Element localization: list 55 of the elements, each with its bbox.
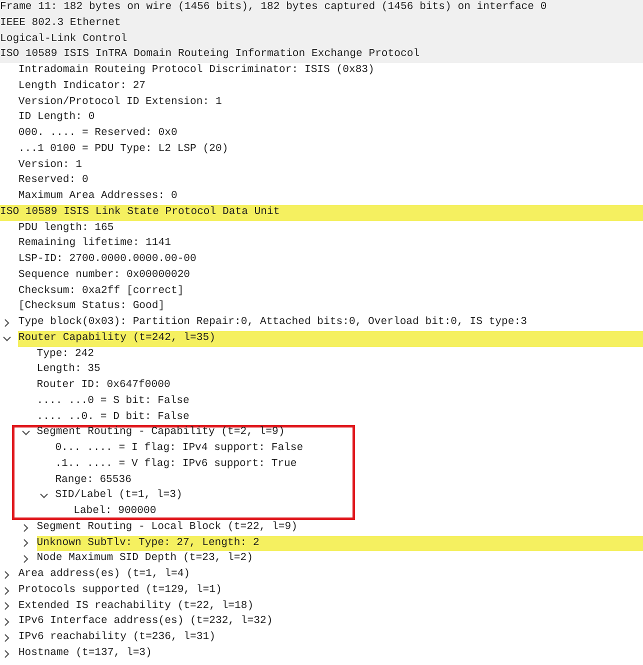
tree-item[interactable]: LSP-ID: 2700.0000.0000.00-00 bbox=[0, 252, 196, 268]
tree-item[interactable]: Label: 900000 bbox=[74, 504, 156, 520]
tree-item[interactable]: Segment Routing - Local Block (t=22, l=9) bbox=[36, 520, 298, 536]
tree-item[interactable]: Hostname (t=137, l=3) bbox=[18, 646, 152, 662]
tree-item[interactable]: Unknown SubTlv: Type: 27, Length: 2 bbox=[36, 536, 643, 552]
tree-item[interactable]: .1.. .... = V flag: IPv6 support: True bbox=[55, 456, 297, 472]
tree-item[interactable]: Remaining lifetime: 1141 bbox=[0, 236, 171, 252]
tree-item[interactable]: Intradomain Routeing Protocol Discriminator: ISIS (0x83) bbox=[0, 63, 374, 79]
expander-icon[interactable] bbox=[40, 492, 48, 500]
tree-item[interactable]: [Checksum Status: Good] bbox=[0, 299, 165, 315]
tree-item[interactable]: IPv6 reachability (t=236, l=31) bbox=[18, 630, 216, 646]
tree-item[interactable]: Reserved: 0 bbox=[0, 173, 88, 189]
expander-icon[interactable] bbox=[22, 524, 30, 532]
tree-item[interactable]: Extended IS reachability (t=22, l=18) bbox=[18, 598, 254, 614]
tree-item[interactable]: .... ..0. = D bit: False bbox=[0, 410, 190, 426]
tree-item[interactable]: SID/Label (t=1, l=3) bbox=[55, 488, 182, 504]
tree-item[interactable]: ISO 10589 ISIS Link State Protocol Data Unit bbox=[0, 204, 643, 220]
expander-icon[interactable] bbox=[3, 570, 12, 579]
tree-item[interactable]: Length Indicator: 27 bbox=[0, 78, 146, 94]
tree-item[interactable]: ID Length: 0 bbox=[0, 110, 95, 126]
expander-icon[interactable] bbox=[3, 634, 12, 642]
tree-item[interactable]: Frame 11: 182 bytes on wire (1456 bits), 182 bytes captured (1456 bits) on interface 0 bbox=[0, 0, 643, 16]
tree-item[interactable]: Maximum Area Addresses: 0 bbox=[0, 189, 178, 205]
expander-icon[interactable] bbox=[3, 334, 12, 343]
tree-item[interactable]: Node Maximum SID Depth (t=23, l=2) bbox=[36, 551, 253, 567]
tree-item[interactable]: Length: 35 bbox=[0, 362, 100, 378]
tree-item[interactable]: ...1 0100 = PDU Type: L2 LSP (20) bbox=[0, 142, 228, 158]
tree-item[interactable]: ISO 10589 ISIS InTRA Domain Routeing Information Exchange Protocol bbox=[0, 47, 643, 63]
expander-icon[interactable] bbox=[3, 586, 12, 595]
tree-item[interactable]: Checksum: 0xa2ff [correct] bbox=[0, 284, 184, 300]
tree-item[interactable]: Area address(es) (t=1, l=4) bbox=[18, 567, 190, 583]
tree-item[interactable]: Logical-Link Control bbox=[0, 32, 643, 48]
tree-item[interactable]: Router Capability (t=242, l=35) bbox=[18, 330, 643, 346]
tree-item[interactable]: IEEE 802.3 Ethernet bbox=[0, 16, 643, 32]
tree-item[interactable]: PDU length: 165 bbox=[0, 220, 114, 236]
tree-item[interactable]: Sequence number: 0x00000020 bbox=[0, 268, 190, 284]
expander-icon[interactable] bbox=[22, 429, 30, 438]
expander-icon[interactable] bbox=[22, 555, 30, 564]
tree-item[interactable]: Type: 242 bbox=[0, 346, 94, 362]
tree-item[interactable]: Router ID: 0x647f0000 bbox=[0, 378, 170, 394]
expander-icon[interactable] bbox=[3, 602, 12, 610]
tree-item[interactable]: Type block(0x03): Partition Repair:0, Attached bits:0, Overload bit:0, IS type:3 bbox=[18, 315, 527, 331]
tree-item[interactable]: .... ...0 = S bit: False bbox=[0, 394, 190, 410]
tree-item[interactable]: Version: 1 bbox=[0, 158, 82, 174]
tree-item[interactable]: Version/Protocol ID Extension: 1 bbox=[0, 94, 222, 110]
tree-item[interactable]: 000. .... = Reserved: 0x0 bbox=[0, 126, 178, 142]
tree-item[interactable]: IPv6 Interface address(es) (t=232, l=32) bbox=[18, 614, 273, 630]
tree-item[interactable]: Protocols supported (t=129, l=1) bbox=[18, 582, 222, 598]
expander-icon[interactable] bbox=[22, 539, 30, 548]
tree-item[interactable]: Range: 65536 bbox=[55, 472, 132, 488]
expander-icon[interactable] bbox=[3, 318, 12, 327]
tree-item[interactable]: 0... .... = I flag: IPv4 support: False bbox=[55, 441, 304, 457]
expander-icon[interactable] bbox=[3, 650, 12, 658]
expander-icon[interactable] bbox=[3, 618, 12, 626]
tree-item[interactable]: Segment Routing - Capability (t=2, l=9) bbox=[36, 425, 285, 441]
